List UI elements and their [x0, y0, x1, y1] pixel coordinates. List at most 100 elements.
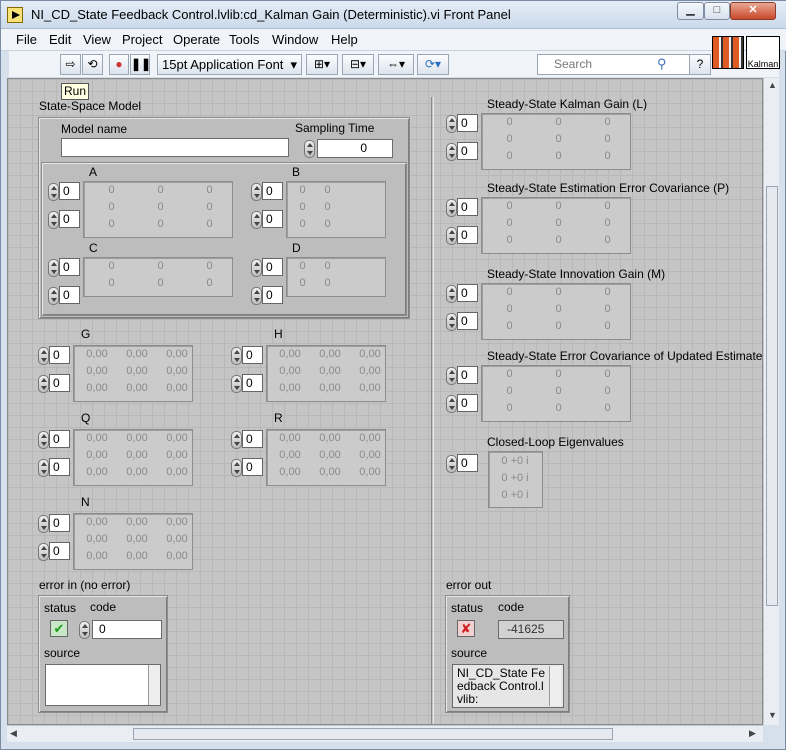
matrix-n-col-index[interactable]: 0	[49, 542, 70, 560]
matrix-d-col-index[interactable]: 0	[262, 286, 283, 304]
error-in-code-field[interactable]: 0	[92, 620, 162, 639]
search-icon[interactable]: ⚲	[657, 56, 667, 72]
matrix-h-row-index[interactable]: 0	[242, 346, 263, 364]
matrix-d-row-stepper[interactable]	[251, 259, 262, 277]
matrix-z-col-stepper[interactable]	[446, 395, 457, 413]
matrix-a-col-stepper[interactable]	[48, 211, 59, 229]
matrix-r-cell: 0,00	[359, 466, 381, 478]
matrix-q-row-index[interactable]: 0	[49, 430, 70, 448]
matrix-p-row-index[interactable]: 0	[457, 198, 478, 216]
matrix-m-row-index[interactable]: 0	[457, 284, 478, 302]
matrix-m-col-stepper[interactable]	[446, 313, 457, 331]
matrix-g-col-index[interactable]: 0	[49, 374, 70, 392]
matrix-l-col-index[interactable]: 0	[457, 142, 478, 160]
run-continuously-icon[interactable]: ⟲	[82, 54, 103, 75]
menu-tools[interactable]: Tools	[229, 32, 259, 47]
matrix-b-row-index[interactable]: 0	[262, 182, 283, 200]
matrix-c-col-stepper[interactable]	[48, 287, 59, 305]
pause-icon[interactable]: ❚❚	[130, 54, 151, 75]
matrix-h-row-stepper[interactable]	[231, 347, 242, 365]
matrix-c-row-stepper[interactable]	[48, 259, 59, 277]
matrix-p-col-index[interactable]: 0	[457, 226, 478, 244]
menu-file[interactable]: File	[16, 32, 37, 47]
matrix-c-col-index[interactable]: 0	[59, 286, 80, 304]
menu-operate[interactable]: Operate	[173, 32, 220, 47]
matrix-q-col-stepper[interactable]	[38, 459, 49, 477]
close-button[interactable]: ✕	[730, 2, 776, 20]
matrix-h-col-index[interactable]: 0	[242, 374, 263, 392]
align-objects-icon[interactable]: ⊞▾	[306, 54, 338, 75]
matrix-r-col-index[interactable]: 0	[242, 458, 263, 476]
vertical-scroll-thumb[interactable]	[766, 186, 778, 606]
reorder-icon[interactable]: ⟳▾	[417, 54, 449, 75]
matrix-c-row-index[interactable]: 0	[59, 258, 80, 276]
matrix-r-row-stepper[interactable]	[231, 431, 242, 449]
matrix-r-col-stepper[interactable]	[231, 459, 242, 477]
context-help-icon[interactable]: ?	[689, 54, 711, 75]
scroll-down-icon[interactable]: ▼	[768, 710, 777, 720]
minimize-button[interactable]: ▁	[677, 2, 704, 20]
horizontal-scrollbar[interactable]: ◀ ▶	[7, 725, 763, 742]
matrix-b-col-stepper[interactable]	[251, 211, 262, 229]
vertical-scrollbar[interactable]: ▲ ▼	[763, 78, 779, 725]
distribute-objects-icon[interactable]: ⊟▾	[342, 54, 374, 75]
matrix-d-row-index[interactable]: 0	[262, 258, 283, 276]
horizontal-scroll-thumb[interactable]	[133, 728, 613, 740]
kalman-icon: Kalman	[746, 36, 780, 69]
matrix-n-cell: 0,00	[166, 550, 188, 562]
matrix-p-col-stepper[interactable]	[446, 227, 457, 245]
matrix-p-row-stepper[interactable]	[446, 199, 457, 217]
menu-view[interactable]: View	[83, 32, 111, 47]
abort-icon[interactable]: ●	[109, 54, 129, 75]
search-input[interactable]: Search	[537, 54, 691, 75]
matrix-n-row-stepper[interactable]	[38, 515, 49, 533]
font-selector[interactable]: 15pt Application Font ▾	[157, 54, 302, 75]
matrix-g-row-index[interactable]: 0	[49, 346, 70, 364]
matrix-n-row-index[interactable]: 0	[49, 514, 70, 532]
matrix-l-row-index[interactable]: 0	[457, 114, 478, 132]
scroll-left-icon[interactable]: ◀	[10, 728, 17, 739]
matrix-m-col-index[interactable]: 0	[457, 312, 478, 330]
menu-help[interactable]: Help	[331, 32, 358, 47]
matrix-l-row-stepper[interactable]	[446, 115, 457, 133]
model-name-field[interactable]	[61, 138, 289, 157]
matrix-g-row-stepper[interactable]	[38, 347, 49, 365]
menu-window[interactable]: Window	[272, 32, 318, 47]
matrix-z-col-index[interactable]: 0	[457, 394, 478, 412]
matrix-d-col-stepper[interactable]	[251, 287, 262, 305]
menu-edit[interactable]: Edit	[49, 32, 71, 47]
matrix-g-col-stepper[interactable]	[38, 375, 49, 393]
error-in-source-field[interactable]	[45, 664, 161, 706]
matrix-r-row-index[interactable]: 0	[242, 430, 263, 448]
matrix-l-col-stepper[interactable]	[446, 143, 457, 161]
matrix-b-col-index[interactable]: 0	[262, 210, 283, 228]
eigenvalues-index-stepper[interactable]	[446, 455, 457, 473]
menu-project[interactable]: Project	[122, 32, 162, 47]
error-out-source-scrollbar[interactable]	[549, 666, 561, 706]
matrix-m-row-stepper[interactable]	[446, 285, 457, 303]
maximize-button[interactable]: □	[704, 2, 730, 20]
matrix-a-col-index[interactable]: 0	[59, 210, 80, 228]
matrix-q-col-index[interactable]: 0	[49, 458, 70, 476]
matrix-h-col-stepper[interactable]	[231, 375, 242, 393]
scroll-right-icon[interactable]: ▶	[749, 728, 756, 739]
matrix-n-col-stepper[interactable]	[38, 543, 49, 561]
error-in-source-scrollbar[interactable]	[148, 665, 160, 705]
resize-objects-icon[interactable]: ⇔▾	[378, 54, 414, 75]
matrix-a-row-index[interactable]: 0	[59, 182, 80, 200]
error-in-code-stepper[interactable]	[79, 621, 90, 639]
error-in-status-check-icon[interactable]: ✔	[50, 620, 68, 637]
sampling-time-stepper[interactable]	[304, 140, 315, 158]
run-arrow-icon[interactable]: ⇨	[60, 54, 81, 75]
matrix-a-row-stepper[interactable]	[48, 183, 59, 201]
matrix-m-cell: 0	[604, 320, 611, 332]
matrix-q-row-stepper[interactable]	[38, 431, 49, 449]
scroll-up-icon[interactable]: ▲	[768, 80, 777, 90]
eigenvalues-index[interactable]: 0	[457, 454, 478, 472]
matrix-b-row-stepper[interactable]	[251, 183, 262, 201]
matrix-p-cell: 0	[506, 200, 513, 212]
sampling-time-field[interactable]: 0	[317, 139, 393, 158]
matrix-z-row-index[interactable]: 0	[457, 366, 478, 384]
matrix-z-row-stepper[interactable]	[446, 367, 457, 385]
matrix-r-cell: 0,00	[279, 466, 301, 478]
